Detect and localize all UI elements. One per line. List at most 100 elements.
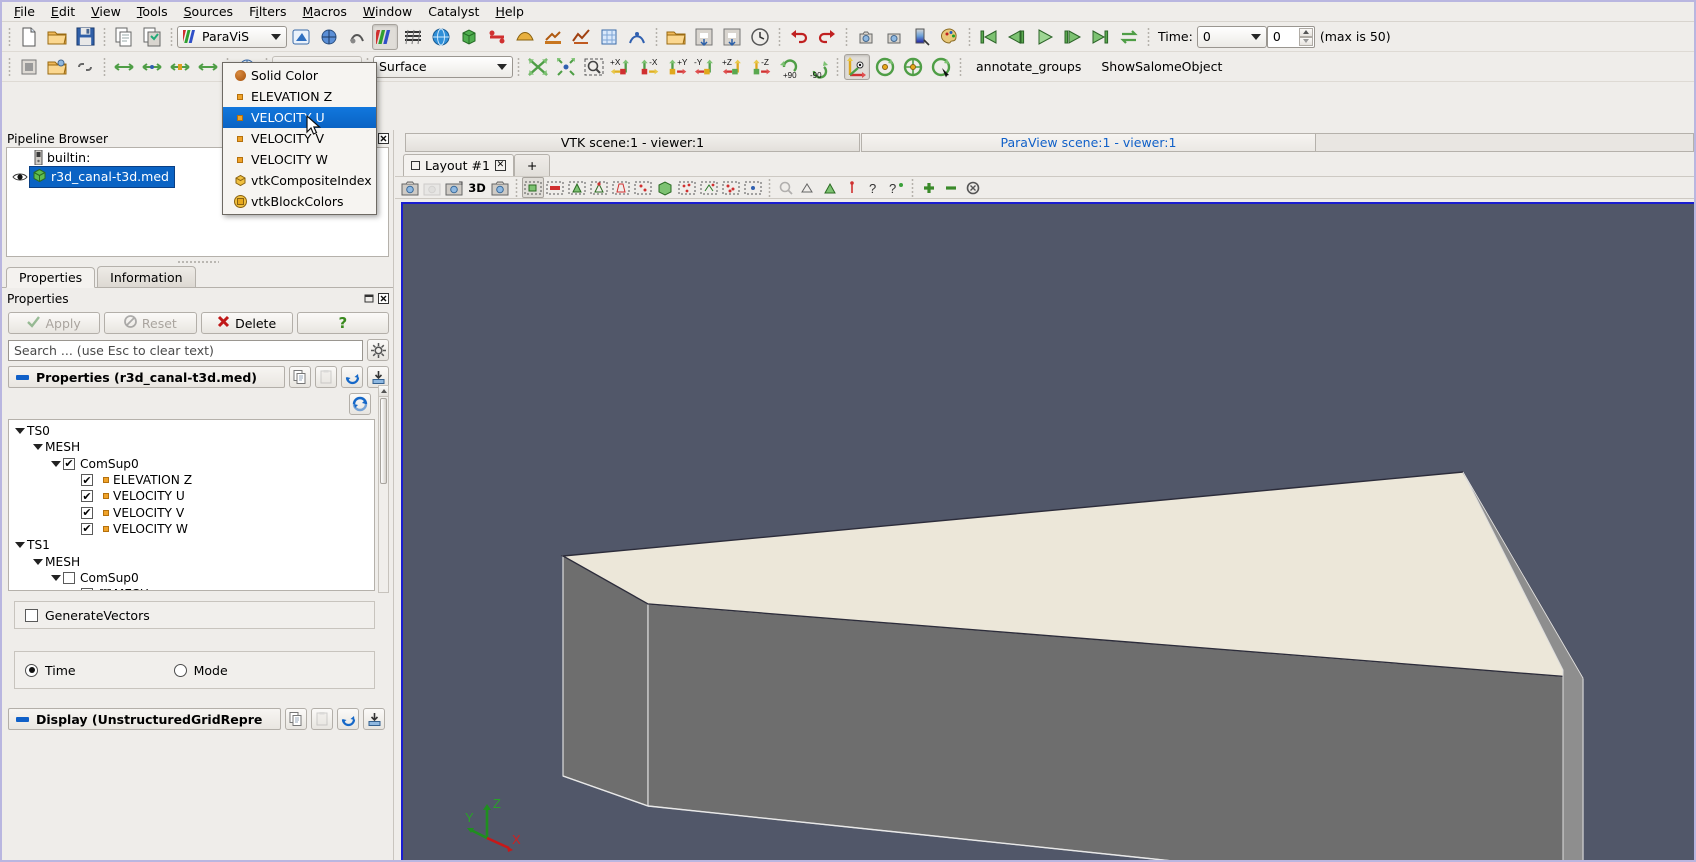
tree-node-elevation-z[interactable]: ✔ELEVATION Z [13, 472, 374, 488]
set-view-plus-x-icon[interactable]: +X [609, 54, 635, 80]
set-view-plus-z-icon[interactable]: +Z [721, 54, 747, 80]
set-view-minus-x-icon[interactable]: -X [637, 54, 663, 80]
radio-time[interactable] [25, 664, 38, 677]
module-paravis-active-icon[interactable] [372, 24, 398, 50]
menu-tools[interactable]: Tools [129, 2, 176, 21]
color-array-dropdown-menu[interactable]: Solid ColorELEVATION ZVELOCITY UVELOCITY… [222, 62, 377, 215]
frame-index-stepper[interactable]: 0 [1267, 26, 1315, 48]
tree-node-mesh[interactable]: MESH [13, 586, 374, 591]
frustum-point-icon[interactable] [632, 177, 654, 198]
redo-icon[interactable] [814, 24, 840, 50]
close-icon[interactable] [378, 133, 389, 144]
properties-scrollbar[interactable] [378, 385, 389, 593]
toolbar-grip[interactable] [7, 26, 12, 48]
module-homard-icon[interactable] [540, 24, 566, 50]
rotate-minus-90-icon[interactable]: -90 [805, 54, 831, 80]
generate-vectors-checkbox[interactable] [25, 609, 38, 622]
select-color-map-icon[interactable] [909, 24, 935, 50]
module-yacs-icon[interactable] [512, 24, 538, 50]
3d-toggle-label[interactable]: 3D [465, 177, 489, 198]
camera-undo-icon[interactable] [853, 24, 879, 50]
plot-over-line-icon[interactable] [819, 177, 841, 198]
clear-selection-icon[interactable] [797, 177, 819, 198]
tab-information[interactable]: Information [97, 266, 195, 287]
menu-macros[interactable]: Macros [295, 2, 355, 21]
time-value-combo[interactable]: 0 [1197, 26, 1267, 48]
collapse-icon[interactable] [16, 717, 29, 722]
tree-checkbox[interactable]: ✔ [63, 458, 75, 470]
copy-icon[interactable] [111, 24, 137, 50]
macro-annotate-groups[interactable]: annotate_groups [976, 59, 1081, 74]
rescale-data-icon[interactable] [167, 54, 193, 80]
stepper-up-icon[interactable] [1299, 28, 1313, 37]
first-frame-icon[interactable] [976, 24, 1002, 50]
scene-tab-paraview[interactable]: ParaView scene:1 - viewer:1 [861, 133, 1316, 152]
chevron-down-icon[interactable] [31, 559, 45, 565]
collapse-icon[interactable] [16, 375, 29, 380]
tree-node-mesh[interactable]: MESH [13, 553, 374, 569]
hover-points-icon[interactable] [742, 177, 764, 198]
save-animation-icon[interactable] [443, 177, 465, 198]
tree-node-ts1[interactable]: TS1 [13, 537, 374, 553]
module-hexablock-icon[interactable] [596, 24, 622, 50]
select-block-icon[interactable] [654, 177, 676, 198]
play-icon[interactable] [1032, 24, 1058, 50]
refresh-arrays-icon[interactable] [349, 393, 371, 415]
reset-button[interactable]: Reset [104, 312, 196, 334]
help-button[interactable]: ? [297, 312, 389, 334]
tree-node-velocity-w[interactable]: ✔VELOCITY W [13, 521, 374, 537]
help-icon[interactable]: ? [885, 177, 907, 198]
save-screenshot-icon[interactable] [719, 24, 745, 50]
open-file-2-icon[interactable] [44, 54, 70, 80]
paste-special-icon[interactable] [139, 24, 165, 50]
pick-center-icon[interactable] [928, 54, 954, 80]
display-section-title[interactable]: Display (UnstructuredGridRepre [8, 708, 281, 730]
save-animation-icon[interactable] [747, 24, 773, 50]
last-frame-icon[interactable] [1088, 24, 1114, 50]
palette-icon[interactable] [937, 24, 963, 50]
set-view-minus-z-icon[interactable]: -Z [749, 54, 775, 80]
next-frame-icon[interactable] [1060, 24, 1086, 50]
dock-splitter[interactable] [2, 257, 393, 266]
delete-button[interactable]: Delete [201, 312, 293, 334]
edit-color-map-icon[interactable] [16, 54, 42, 80]
save-as-defaults-icon[interactable] [363, 708, 385, 730]
copy-icon[interactable] [285, 708, 307, 730]
tree-checkbox[interactable] [63, 572, 75, 584]
module-shaper-icon[interactable] [344, 24, 370, 50]
tree-node-comsup0[interactable]: ✔ComSup0 [13, 456, 374, 472]
search-input[interactable]: Search ... (use Esc to clear text) [8, 340, 363, 361]
scrollbar-thumb[interactable] [380, 398, 387, 484]
reset-center-icon[interactable] [900, 54, 926, 80]
open-file-icon[interactable] [663, 24, 689, 50]
stepper-buttons[interactable] [1299, 28, 1313, 46]
module-openturns-icon[interactable] [624, 24, 650, 50]
module-web-icon[interactable] [428, 24, 454, 50]
chevron-down-icon[interactable] [13, 428, 27, 434]
module-eficas-icon[interactable] [568, 24, 594, 50]
properties-section-title[interactable]: Properties (r3d_canal-t3d.med) [8, 366, 285, 388]
probe-icon[interactable] [841, 177, 863, 198]
reset-light-icon[interactable] [962, 177, 984, 198]
previous-frame-icon[interactable] [1004, 24, 1030, 50]
frustum-cell-icon[interactable] [610, 177, 632, 198]
remove-light-icon[interactable] [940, 177, 962, 198]
copy-icon[interactable] [289, 366, 311, 388]
quartile-icon[interactable]: ? [863, 177, 885, 198]
zoom-to-box-icon[interactable] [581, 54, 607, 80]
tree-node-comsup0[interactable]: ComSup0 [13, 570, 374, 586]
paste-icon[interactable] [315, 366, 337, 388]
select-points-icon[interactable] [544, 177, 566, 198]
layout-tab-add[interactable]: + [514, 154, 550, 176]
add-light-icon[interactable] [918, 177, 940, 198]
zoom-to-data-icon[interactable] [553, 54, 579, 80]
capture-disabled-icon[interactable] [421, 177, 443, 198]
restore-defaults-icon[interactable] [341, 366, 363, 388]
float-icon[interactable] [364, 293, 375, 304]
dropdown-item-velocity-u[interactable]: VELOCITY U [223, 107, 376, 128]
pipeline-item-source-selected[interactable]: r3d_canal-t3d.med [29, 166, 175, 188]
module-smesh-icon[interactable] [400, 24, 426, 50]
menu-edit[interactable]: Edit [43, 2, 83, 21]
module-selector-combo[interactable]: ParaViS [177, 26, 287, 48]
tree-checkbox[interactable]: ✔ [81, 507, 93, 519]
